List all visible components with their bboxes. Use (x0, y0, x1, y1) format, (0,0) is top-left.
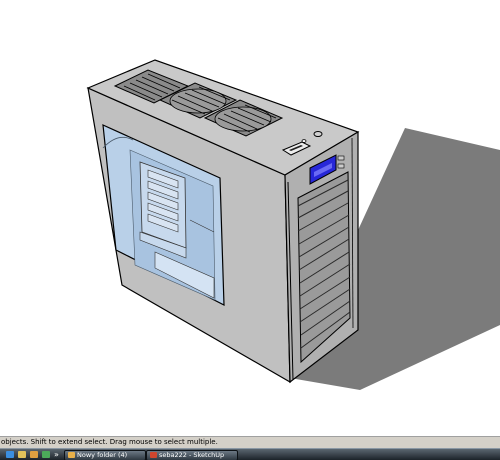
ie-icon[interactable] (6, 451, 14, 458)
folder-icon[interactable] (30, 451, 38, 458)
taskbar: » Nowy folder (4) seba222 - SketchUp (0, 448, 500, 460)
media-icon[interactable] (42, 451, 50, 458)
quick-launch-overflow[interactable]: » (54, 449, 59, 460)
sketchup-viewport[interactable] (0, 0, 500, 436)
pc-case-model (86, 59, 500, 390)
mail-icon[interactable] (18, 451, 26, 458)
reset-button (301, 139, 307, 143)
status-bar: objects. Shift to extend select. Drag mo… (0, 436, 500, 448)
status-hint: objects. Shift to extend select. Drag mo… (1, 438, 218, 446)
sketchup-icon (150, 452, 157, 458)
power-button (313, 131, 323, 137)
folder-icon (68, 452, 75, 458)
